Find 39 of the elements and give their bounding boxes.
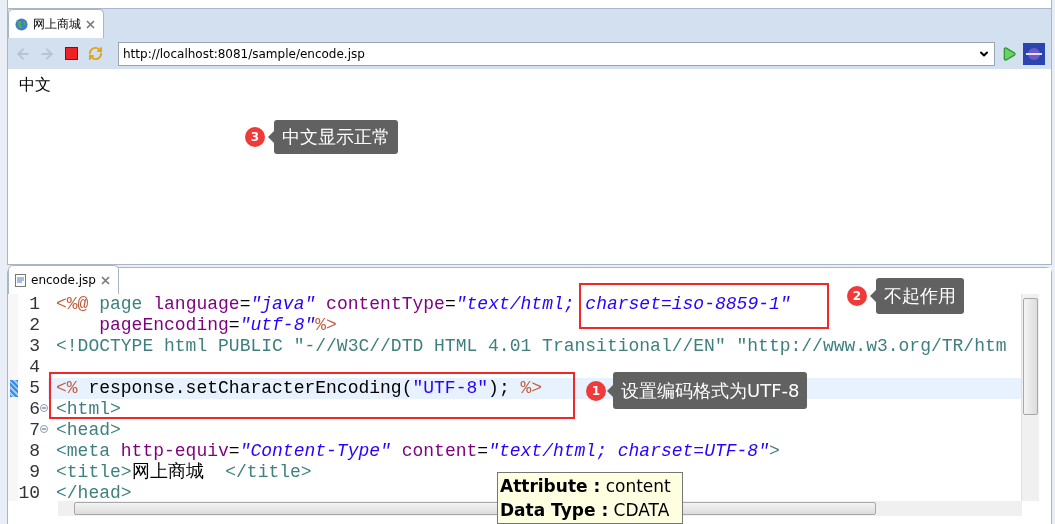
fold-icon[interactable] <box>40 404 48 412</box>
code-line: <!DOCTYPE html PUBLIC "-//W3C//DTD HTML 4.01 Transitional//EN" "http://www.w3.org/TR/htm <box>56 336 1007 357</box>
close-icon[interactable] <box>86 19 95 29</box>
vertical-scrollbar[interactable] <box>1021 294 1039 501</box>
code-line: <%@ page language="java" contentType="text/html; charset=iso-8859-1" <box>56 294 791 315</box>
annotation-callout: 中文显示正常 <box>268 120 398 154</box>
stop-icon[interactable] <box>62 44 80 63</box>
close-icon[interactable] <box>100 275 110 285</box>
code-line: <meta http-equiv="Content-Type" content="text/html; charset=UTF-8"> <box>56 441 780 462</box>
file-icon <box>15 273 26 287</box>
browser-tab[interactable]: 网上商城 <box>8 9 104 38</box>
tooltip-line: Attribute : content <box>500 475 672 497</box>
fold-icon[interactable] <box>40 425 48 433</box>
code-line: <title>网上商城 </title> <box>56 462 312 483</box>
annotation-callout: 设置编码格式为UTF-8 <box>607 372 808 409</box>
code-line: </head> <box>56 483 132 501</box>
line-number: 2 <box>29 315 40 336</box>
code-line: pageEncoding="utf-8"%> <box>98 315 337 336</box>
page-text: 中文 <box>19 75 51 94</box>
code-line: <% response.setCharacterEncoding("UTF-8"); %> <box>56 378 543 399</box>
editor-tab[interactable]: encode.jsp <box>8 265 119 294</box>
globe-icon[interactable] <box>1023 42 1045 65</box>
code-line: <head> <box>56 420 121 441</box>
line-number: 8 <box>29 441 40 462</box>
line-number: 10 <box>18 483 40 504</box>
annotation-callout: 不起作用 <box>870 278 964 314</box>
go-icon[interactable] <box>1001 45 1017 62</box>
line-number: 7 <box>29 420 40 441</box>
line-number: 1 <box>29 294 40 315</box>
line-number: 9 <box>29 462 40 483</box>
globe-icon <box>15 17 28 31</box>
tooltip-line: Data Type : CDATA <box>500 499 671 521</box>
line-number: 4 <box>29 357 40 378</box>
url-field[interactable]: http://localhost:8081/sample/encode.jsp <box>118 41 995 66</box>
line-number: 3 <box>29 336 40 357</box>
line-number: 6 <box>29 399 40 420</box>
line-number: 5 <box>29 378 40 399</box>
refresh-icon[interactable] <box>86 44 104 63</box>
code-line: <html> <box>56 399 121 420</box>
